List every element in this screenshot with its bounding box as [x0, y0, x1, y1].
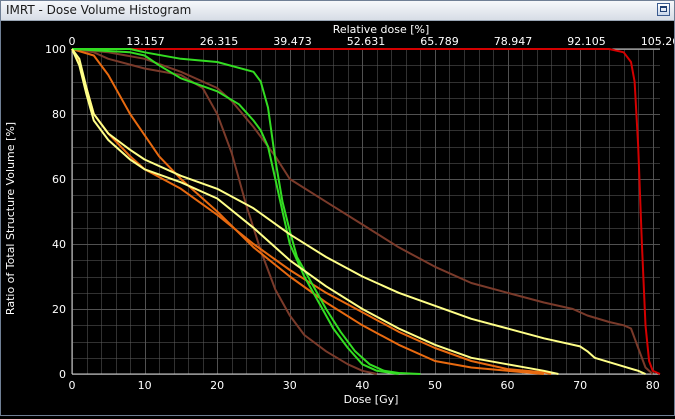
top-tick-label: 65.789: [420, 35, 459, 48]
x-tick-label: 0: [69, 379, 76, 392]
y-tick-label: 0: [59, 368, 66, 381]
x-axis-label: Dose [Gy]: [344, 393, 399, 406]
dvh-window: IMRT - Dose Volume Histogram 0 10 20 30 40 50…: [0, 0, 675, 416]
x-tick-label: 20: [210, 379, 224, 392]
y-tick-label: 20: [52, 303, 66, 316]
x-tick-label: 10: [138, 379, 152, 392]
y-axis-label: Ratio of Total Structure Volume [%]: [4, 122, 17, 315]
y-tick-label: 40: [52, 238, 66, 251]
title-bar[interactable]: IMRT - Dose Volume Histogram: [1, 1, 674, 21]
x-tick-label: 30: [283, 379, 297, 392]
y-tick-label: 100: [45, 43, 66, 56]
top-tick-label: 105.26: [641, 35, 674, 48]
chart-area: 0 10 20 30 40 50 60 70 80 0 20 40 60 80 100 0 13.157 26.3…: [1, 21, 675, 415]
window-title: IMRT - Dose Volume Histogram: [6, 3, 192, 17]
y-tick-label: 60: [52, 173, 66, 186]
x-tick-label: 60: [501, 379, 515, 392]
x-tick-label: 80: [646, 379, 660, 392]
x-tick-label: 40: [355, 379, 369, 392]
top-tick-label: 13.157: [126, 35, 165, 48]
maximize-button[interactable]: [657, 3, 670, 16]
top-tick-label: 52.631: [347, 35, 386, 48]
top-tick-label: 26.315: [200, 35, 239, 48]
x-tick-label: 70: [573, 379, 587, 392]
top-tick-label: 0: [69, 35, 76, 48]
top-axis-label: Relative dose [%]: [333, 23, 430, 36]
dose-volume-histogram-chart: 0 10 20 30 40 50 60 70 800204060801000 13.157 26.3…: [4, 23, 675, 406]
top-tick-label: 92.105: [567, 35, 606, 48]
y-tick-label: 80: [52, 108, 66, 121]
x-tick-label: 50: [428, 379, 442, 392]
window-maximize-icon: [660, 6, 667, 12]
top-tick-label: 39.473: [273, 35, 312, 48]
top-tick-label: 78.947: [494, 35, 533, 48]
